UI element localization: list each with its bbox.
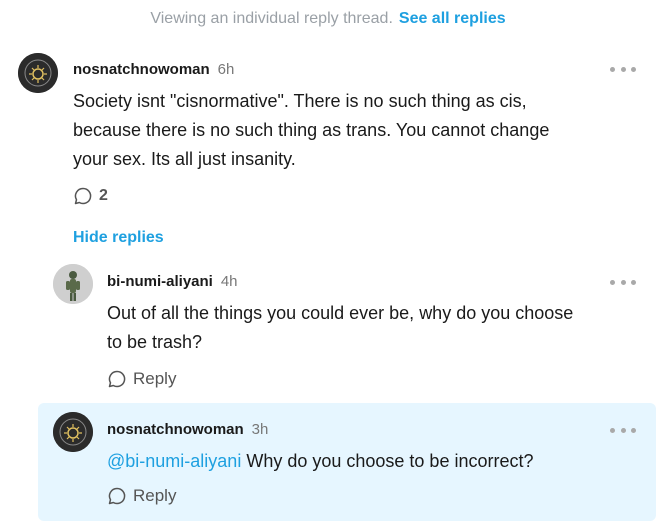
reply-text: Why do you choose to be incorrect? xyxy=(241,451,534,471)
comment-time: 6h xyxy=(217,61,235,78)
user-mention-link[interactable]: @bi-numi-aliyani xyxy=(107,451,241,471)
reply-count: 2 xyxy=(99,187,108,204)
reply-body: Out of all the things you could ever be,… xyxy=(107,299,637,357)
speech-bubble-icon xyxy=(108,487,126,505)
sun-emblem-icon xyxy=(18,53,58,93)
comment-author[interactable]: nosnatchnowoman 6h xyxy=(73,61,234,78)
sun-emblem-icon xyxy=(53,412,93,452)
hide-replies-link[interactable]: Hide replies xyxy=(73,229,164,247)
reply-author[interactable]: bi-numi-aliyani 4h xyxy=(107,273,238,290)
see-all-replies-link[interactable]: See all replies xyxy=(399,10,506,27)
comment-line: because there is no such thing as trans.… xyxy=(73,120,550,140)
more-options-icon[interactable] xyxy=(610,277,636,287)
reply-time: 3h xyxy=(251,421,269,438)
avatar-nosnatchnowoman[interactable] xyxy=(53,412,93,452)
avatar-nosnatchnowoman[interactable] xyxy=(18,53,58,93)
reply-time: 4h xyxy=(220,273,238,290)
avatar-bi-numi-aliyani[interactable] xyxy=(53,264,93,304)
reply-author[interactable]: nosnatchnowoman 3h xyxy=(107,421,268,438)
thread-banner: Viewing an individual reply thread. See a… xyxy=(0,10,656,28)
reply-line: to be trash? xyxy=(107,332,203,352)
statue-figure-icon xyxy=(53,264,93,304)
more-options-icon[interactable] xyxy=(610,425,636,435)
comment-line: your sex. Its all just insanity. xyxy=(73,149,296,169)
author-name: nosnatchnowoman xyxy=(73,61,210,78)
reply-button[interactable]: Reply xyxy=(107,486,176,506)
author-name: bi-numi-aliyani xyxy=(107,273,213,290)
comment-line: Society isnt "cisnormative". There is no… xyxy=(73,91,527,111)
replies-count-button[interactable]: 2 xyxy=(73,186,108,206)
reply-button-label: Reply xyxy=(133,486,177,505)
reply-button[interactable]: Reply xyxy=(107,369,176,389)
banner-text: Viewing an individual reply thread. xyxy=(150,10,393,27)
reply-line: Out of all the things you could ever be,… xyxy=(107,303,574,323)
reply-button-label: Reply xyxy=(133,369,177,388)
author-name: nosnatchnowoman xyxy=(107,421,244,438)
reply-body: @bi-numi-aliyani Why do you choose to be… xyxy=(107,447,637,476)
speech-bubble-icon xyxy=(74,187,92,205)
more-options-icon[interactable] xyxy=(610,64,636,74)
speech-bubble-icon xyxy=(108,370,126,388)
comment-body: Society isnt "cisnormative". There is no… xyxy=(73,87,633,174)
